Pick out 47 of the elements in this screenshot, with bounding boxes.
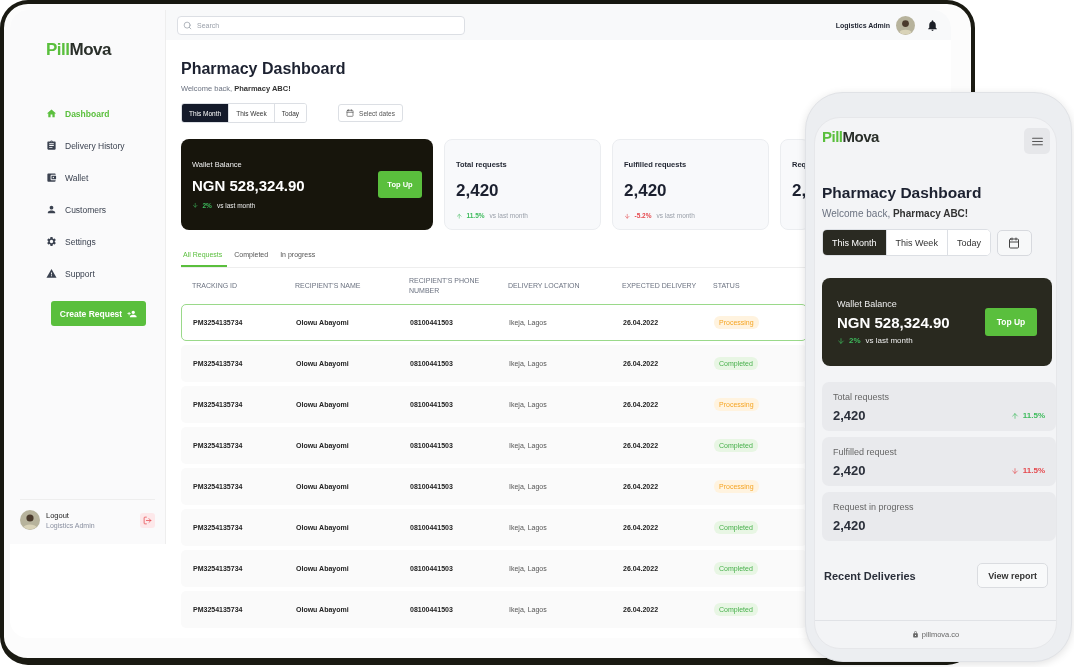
nav-item[interactable]: Wallet	[46, 170, 89, 185]
nav-icon	[46, 204, 57, 215]
logout-button[interactable]	[140, 512, 155, 528]
nav-icon	[46, 140, 57, 151]
stat-value: 2,420	[456, 180, 500, 202]
add-user-icon	[127, 308, 138, 319]
stat-value: 2,	[792, 180, 807, 202]
period-tab[interactable]: This Month	[823, 230, 887, 255]
trend-change: 11.5%	[1010, 411, 1045, 420]
menu-button[interactable]	[1024, 128, 1050, 154]
stat-value: 2,420	[833, 408, 866, 423]
nav-icon	[46, 268, 57, 279]
page-title: Pharmacy Dashboard	[822, 184, 983, 202]
calendar-button[interactable]	[996, 229, 1032, 256]
search-icon	[183, 20, 192, 30]
section-title: Recent Deliveries	[824, 569, 916, 582]
nav-icon	[46, 236, 57, 247]
calendar-icon	[346, 109, 355, 117]
logo: PillMova	[46, 40, 111, 60]
stat-value: 2,420	[833, 518, 866, 533]
calendar-icon	[1008, 236, 1021, 249]
trend-note: vs last month	[865, 336, 913, 345]
wallet-amount: NGN 528,324.90	[192, 177, 305, 194]
trend-change: 11.5%	[1010, 466, 1045, 475]
avatar	[20, 510, 40, 530]
view-report-button[interactable]: View report	[977, 563, 1048, 588]
lock-icon	[911, 631, 919, 638]
stat-title: Request in progress	[833, 502, 915, 512]
nav-item[interactable]: Settings	[46, 234, 96, 249]
logo: PillMova	[822, 128, 879, 145]
trend-change: 2%	[837, 336, 861, 345]
wallet-title: Wallet Balance	[837, 299, 898, 309]
nav-item[interactable]: Support	[46, 266, 95, 281]
logout-icon	[143, 515, 152, 525]
stat-title: Total requests	[833, 392, 891, 402]
nav-icon	[46, 108, 57, 119]
notification-bell-icon[interactable]	[926, 18, 939, 32]
nav-icon	[46, 172, 57, 183]
nav-item[interactable]: Customers	[46, 202, 107, 217]
stat-value: 2,420	[624, 180, 668, 202]
welcome-text: Welcome back, Pharmacy ABC!	[822, 208, 970, 219]
wallet-amount: NGN 528,324.90	[837, 314, 950, 331]
stat-value: 2,420	[833, 463, 866, 478]
avatar	[896, 15, 915, 35]
stat-title: Fulfilled request	[833, 447, 898, 457]
page-title: Pharmacy Dashboard	[181, 60, 347, 78]
nav-item[interactable]: Delivery History	[46, 138, 125, 153]
